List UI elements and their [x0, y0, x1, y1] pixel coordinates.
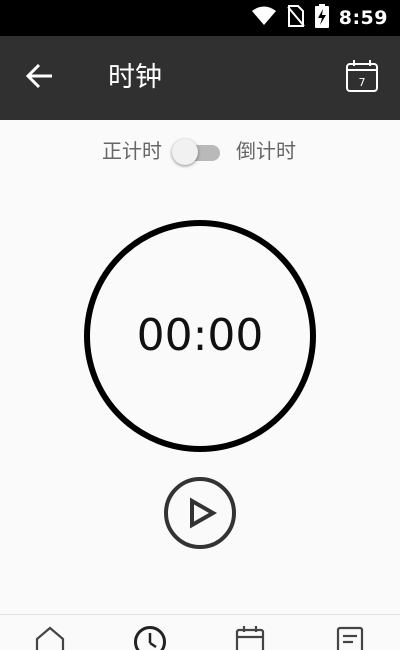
calendar-button[interactable]: 7 — [342, 58, 382, 98]
app-bar: 时钟 7 — [0, 36, 400, 120]
calendar-icon: 7 — [345, 59, 379, 97]
page-title: 时钟 — [108, 62, 162, 93]
calendar-icon — [234, 625, 266, 650]
play-button[interactable] — [163, 476, 237, 550]
status-bar: 8:59 — [0, 0, 400, 36]
notes-icon — [335, 625, 365, 650]
timer-mode-switch[interactable] — [172, 139, 220, 165]
timer-ring: 00:00 — [84, 220, 316, 452]
nav-notes[interactable] — [330, 625, 370, 650]
wifi-icon — [251, 6, 277, 30]
back-button[interactable] — [20, 58, 60, 98]
switch-thumb[interactable] — [172, 139, 198, 165]
timer-mode-row: 正计时 倒计时 — [0, 132, 400, 170]
countdown-label: 倒计时 — [236, 139, 296, 163]
home-icon — [34, 625, 66, 650]
status-icons: 8:59 — [251, 0, 388, 36]
calendar-day-number: 7 — [359, 76, 366, 89]
no-sim-icon — [286, 5, 305, 31]
clock-icon — [133, 625, 167, 650]
battery-charging-icon — [314, 4, 329, 32]
nav-clock[interactable] — [130, 625, 170, 650]
nav-home[interactable] — [30, 625, 70, 650]
clock-screen: 8:59 时钟 7 正计时 倒计时 00:00 — [0, 0, 400, 650]
bottom-nav — [0, 614, 400, 650]
status-time: 8:59 — [338, 7, 388, 29]
timer-display: 00:00 — [136, 310, 264, 361]
count-up-label: 正计时 — [102, 139, 162, 163]
nav-calendar[interactable] — [230, 625, 270, 650]
play-icon — [163, 477, 237, 554]
arrow-back-icon — [25, 63, 54, 93]
